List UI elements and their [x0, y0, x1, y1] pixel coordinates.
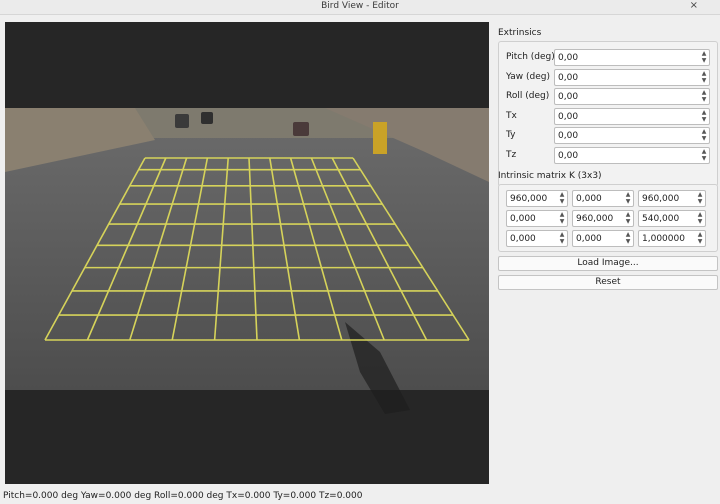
title-bar: Bird View - Editor ×: [0, 0, 720, 15]
spinbox-value: 0,00: [558, 53, 579, 63]
matrix-cell-value: 960,000: [642, 194, 680, 204]
spin-up-icon[interactable]: ▲: [558, 231, 566, 238]
matrix-cell-value: 960,000: [576, 214, 614, 224]
spin-up-icon[interactable]: ▲: [558, 211, 566, 218]
spin-down-icon[interactable]: ▼: [696, 238, 704, 245]
spinbox-value: 0,00: [558, 151, 579, 161]
matrix-cell-spinbox[interactable]: 960,000 ▲ ▼: [638, 190, 706, 207]
extrinsic-spinbox[interactable]: 0,00 ▲ ▼: [554, 127, 710, 145]
close-icon[interactable]: ×: [690, 0, 698, 11]
spin-down-icon[interactable]: ▼: [700, 96, 708, 103]
spin-up-icon[interactable]: ▲: [624, 231, 632, 238]
spin-up-icon[interactable]: ▲: [700, 128, 708, 135]
extrinsic-spinbox[interactable]: 0,00 ▲ ▼: [554, 147, 710, 164]
car-3: [293, 122, 309, 136]
spinbox-value: 0,00: [558, 72, 579, 83]
matrix-cell-value: 0,000: [576, 194, 602, 204]
spin-down-icon[interactable]: ▼: [700, 57, 708, 64]
matrix-cell-spinbox[interactable]: 960,000 ▲ ▼: [572, 210, 634, 227]
spin-down-icon[interactable]: ▼: [700, 77, 708, 84]
extrinsic-spinbox[interactable]: 0,00 ▲ ▼: [554, 107, 710, 125]
traffic-light: [373, 122, 387, 154]
matrix-cell-value: 540,000: [642, 214, 680, 224]
spin-down-icon[interactable]: ▼: [558, 218, 566, 225]
load-image-button[interactable]: Load Image...: [498, 256, 718, 271]
spin-up-icon[interactable]: ▲: [624, 211, 632, 218]
status-bar: Pitch=0.000 deg Yaw=0.000 deg Roll=0.000…: [3, 491, 363, 501]
spin-up-icon[interactable]: ▲: [696, 231, 704, 238]
extrinsic-spinbox[interactable]: 0,00 ▲ ▼: [554, 49, 710, 66]
spin-down-icon[interactable]: ▼: [558, 198, 566, 205]
matrix-cell-spinbox[interactable]: 540,000 ▲ ▼: [638, 210, 706, 227]
spin-down-icon[interactable]: ▼: [558, 238, 566, 245]
spin-up-icon[interactable]: ▲: [700, 50, 708, 57]
extrinsic-label: Tz: [506, 150, 517, 160]
matrix-cell-spinbox[interactable]: 0,000 ▲ ▼: [506, 210, 568, 227]
extrinsic-label: Yaw (deg): [506, 71, 550, 82]
matrix-cell-spinbox[interactable]: 0,000 ▲ ▼: [572, 190, 634, 207]
matrix-cell-spinbox[interactable]: 0,000 ▲ ▼: [506, 230, 568, 247]
extrinsic-label: Roll (deg): [506, 91, 550, 102]
bird-view-image: [5, 22, 489, 484]
car-1: [175, 114, 189, 128]
spin-up-icon[interactable]: ▲: [700, 89, 708, 96]
spin-up-icon[interactable]: ▲: [700, 70, 708, 77]
matrix-cell-value: 0,000: [510, 214, 536, 224]
spin-up-icon[interactable]: ▲: [696, 211, 704, 218]
extrinsics-title: Extrinsics: [498, 28, 542, 38]
spin-up-icon[interactable]: ▲: [558, 191, 566, 198]
spin-down-icon[interactable]: ▼: [700, 155, 708, 162]
car-2: [201, 112, 213, 124]
spin-down-icon[interactable]: ▼: [624, 238, 632, 245]
extrinsic-label: Tx: [506, 110, 517, 121]
spin-down-icon[interactable]: ▼: [700, 135, 708, 142]
spin-down-icon[interactable]: ▼: [700, 116, 708, 123]
spin-down-icon[interactable]: ▼: [696, 198, 704, 205]
spinbox-value: 0,00: [558, 131, 579, 142]
matrix-cell-value: 1,000000: [642, 234, 685, 244]
matrix-cell-spinbox[interactable]: 1,000000 ▲ ▼: [638, 230, 706, 247]
reset-button[interactable]: Reset: [498, 275, 718, 290]
extrinsic-label: Ty: [506, 130, 516, 141]
window-title: Bird View - Editor: [321, 1, 399, 11]
spin-up-icon[interactable]: ▲: [700, 148, 708, 155]
spinbox-value: 0,00: [558, 111, 579, 122]
top-letterbox: [5, 22, 489, 108]
matrix-cell-value: 0,000: [510, 234, 536, 244]
spin-down-icon[interactable]: ▼: [696, 218, 704, 225]
spin-up-icon[interactable]: ▲: [700, 109, 708, 116]
spin-down-icon[interactable]: ▼: [624, 218, 632, 225]
intrinsics-title: Intrinsic matrix K (3x3): [498, 171, 602, 181]
extrinsic-label: Pitch (deg): [506, 52, 555, 62]
spinbox-value: 0,00: [558, 92, 579, 103]
matrix-cell-value: 0,000: [576, 234, 602, 244]
bottom-letterbox: [5, 390, 489, 484]
matrix-cell-spinbox[interactable]: 0,000 ▲ ▼: [572, 230, 634, 247]
extrinsic-spinbox[interactable]: 0,00 ▲ ▼: [554, 88, 710, 106]
image-viewport[interactable]: [5, 22, 489, 484]
extrinsic-spinbox[interactable]: 0,00 ▲ ▼: [554, 68, 710, 86]
matrix-cell-spinbox[interactable]: 960,000 ▲ ▼: [506, 190, 568, 207]
matrix-cell-value: 960,000: [510, 194, 548, 204]
spin-up-icon[interactable]: ▲: [624, 191, 632, 198]
spin-down-icon[interactable]: ▼: [624, 198, 632, 205]
spin-up-icon[interactable]: ▲: [696, 191, 704, 198]
